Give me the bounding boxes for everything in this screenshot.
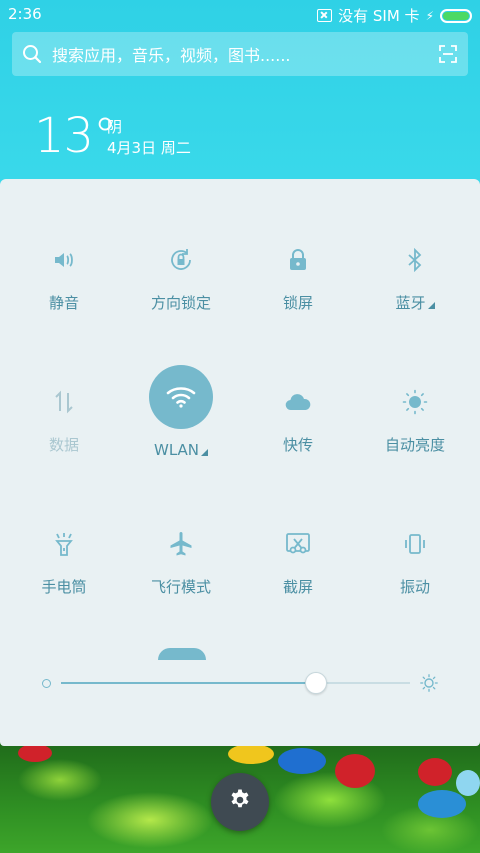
tile-label: 手电筒 bbox=[41, 578, 87, 596]
tile-label: 方向锁定 bbox=[150, 294, 211, 312]
wallpaper-flower bbox=[18, 744, 52, 762]
tile-label: 截屏 bbox=[282, 578, 313, 596]
mobile-data-icon bbox=[4, 380, 124, 424]
wallpaper-flower bbox=[418, 790, 466, 818]
tile-label: 数据 bbox=[48, 436, 79, 454]
search-placeholder: 搜索应用，音乐，视频，图书...... bbox=[52, 46, 291, 65]
flashlight-icon bbox=[4, 522, 124, 566]
tile-mobile-data[interactable]: 数据 bbox=[4, 380, 124, 455]
status-right: 没有 SIM 卡 ⚡ bbox=[317, 5, 472, 26]
search-bar[interactable]: 搜索应用，音乐，视频，图书...... bbox=[12, 32, 468, 76]
tile-airplane-mode[interactable]: 飞行模式 bbox=[121, 522, 241, 597]
tile-flashlight[interactable]: 手电筒 bbox=[4, 522, 124, 597]
rotation-lock-icon bbox=[121, 238, 241, 282]
airplane-icon bbox=[121, 522, 241, 566]
tile-bluetooth[interactable]: 蓝牙 bbox=[355, 238, 475, 313]
tile-label-row: 蓝牙 bbox=[355, 292, 475, 313]
tile-wlan[interactable]: WLAN bbox=[121, 365, 241, 459]
brightness-slider[interactable] bbox=[61, 682, 410, 684]
tile-vibrate[interactable]: 振动 bbox=[355, 522, 475, 597]
brightness-max-icon bbox=[420, 674, 438, 696]
tile-label: 振动 bbox=[399, 578, 430, 596]
lock-icon bbox=[238, 238, 358, 282]
auto-brightness-icon bbox=[355, 380, 475, 424]
tile-quick-transfer[interactable]: 快传 bbox=[238, 380, 358, 455]
search-icon bbox=[12, 44, 52, 64]
bluetooth-icon bbox=[355, 238, 475, 282]
scan-icon[interactable] bbox=[428, 45, 468, 63]
settings-button[interactable] bbox=[211, 773, 269, 831]
tile-mute[interactable]: 静音 bbox=[4, 238, 124, 313]
tile-label: 飞行模式 bbox=[150, 578, 211, 596]
wallpaper-flower bbox=[456, 770, 480, 796]
page-indicator[interactable] bbox=[158, 648, 206, 660]
tile-label: 自动亮度 bbox=[384, 436, 445, 454]
wallpaper-flower bbox=[278, 748, 326, 774]
tile-rotation-lock[interactable]: 方向锁定 bbox=[121, 238, 241, 313]
menu-indicator-icon bbox=[427, 302, 435, 309]
tile-auto-brightness[interactable]: 自动亮度 bbox=[355, 380, 475, 455]
tile-label: 蓝牙 bbox=[395, 294, 426, 312]
cloud-icon bbox=[238, 380, 358, 424]
tile-label: WLAN bbox=[153, 441, 199, 459]
status-time: 2:36 bbox=[8, 5, 42, 23]
wallpaper-flower bbox=[228, 744, 274, 764]
status-bar: 2:36 没有 SIM 卡 ⚡ bbox=[0, 0, 480, 28]
tile-screenshot[interactable]: 截屏 bbox=[238, 522, 358, 597]
sim-status-text: 没有 SIM 卡 bbox=[338, 7, 420, 25]
gear-icon bbox=[228, 788, 252, 816]
no-sim-icon bbox=[317, 9, 333, 22]
vibrate-icon bbox=[355, 522, 475, 566]
tile-lock-screen[interactable]: 锁屏 bbox=[238, 238, 358, 313]
wifi-icon bbox=[149, 365, 213, 429]
tile-label: 静音 bbox=[48, 294, 79, 312]
brightness-min-icon bbox=[42, 679, 51, 688]
brightness-slider-handle[interactable] bbox=[304, 672, 327, 694]
brightness-slider-fill bbox=[61, 682, 316, 684]
tile-label: 快传 bbox=[282, 436, 313, 454]
volume-icon bbox=[4, 238, 124, 282]
tile-label-row: WLAN bbox=[121, 441, 241, 459]
tile-label: 锁屏 bbox=[282, 294, 313, 312]
menu-indicator-icon bbox=[201, 449, 208, 456]
screenshot-icon bbox=[238, 522, 358, 566]
battery-icon bbox=[440, 8, 472, 23]
weather-date: 4月3日 周二 bbox=[107, 139, 191, 157]
charging-icon: ⚡ bbox=[425, 8, 434, 23]
wallpaper-flower bbox=[335, 754, 375, 788]
wifi-icon-wrap bbox=[121, 365, 241, 429]
weather-condition: 阴 bbox=[107, 118, 123, 136]
wallpaper-flower bbox=[418, 758, 452, 786]
weather-temperature[interactable]: 13° bbox=[34, 108, 117, 164]
